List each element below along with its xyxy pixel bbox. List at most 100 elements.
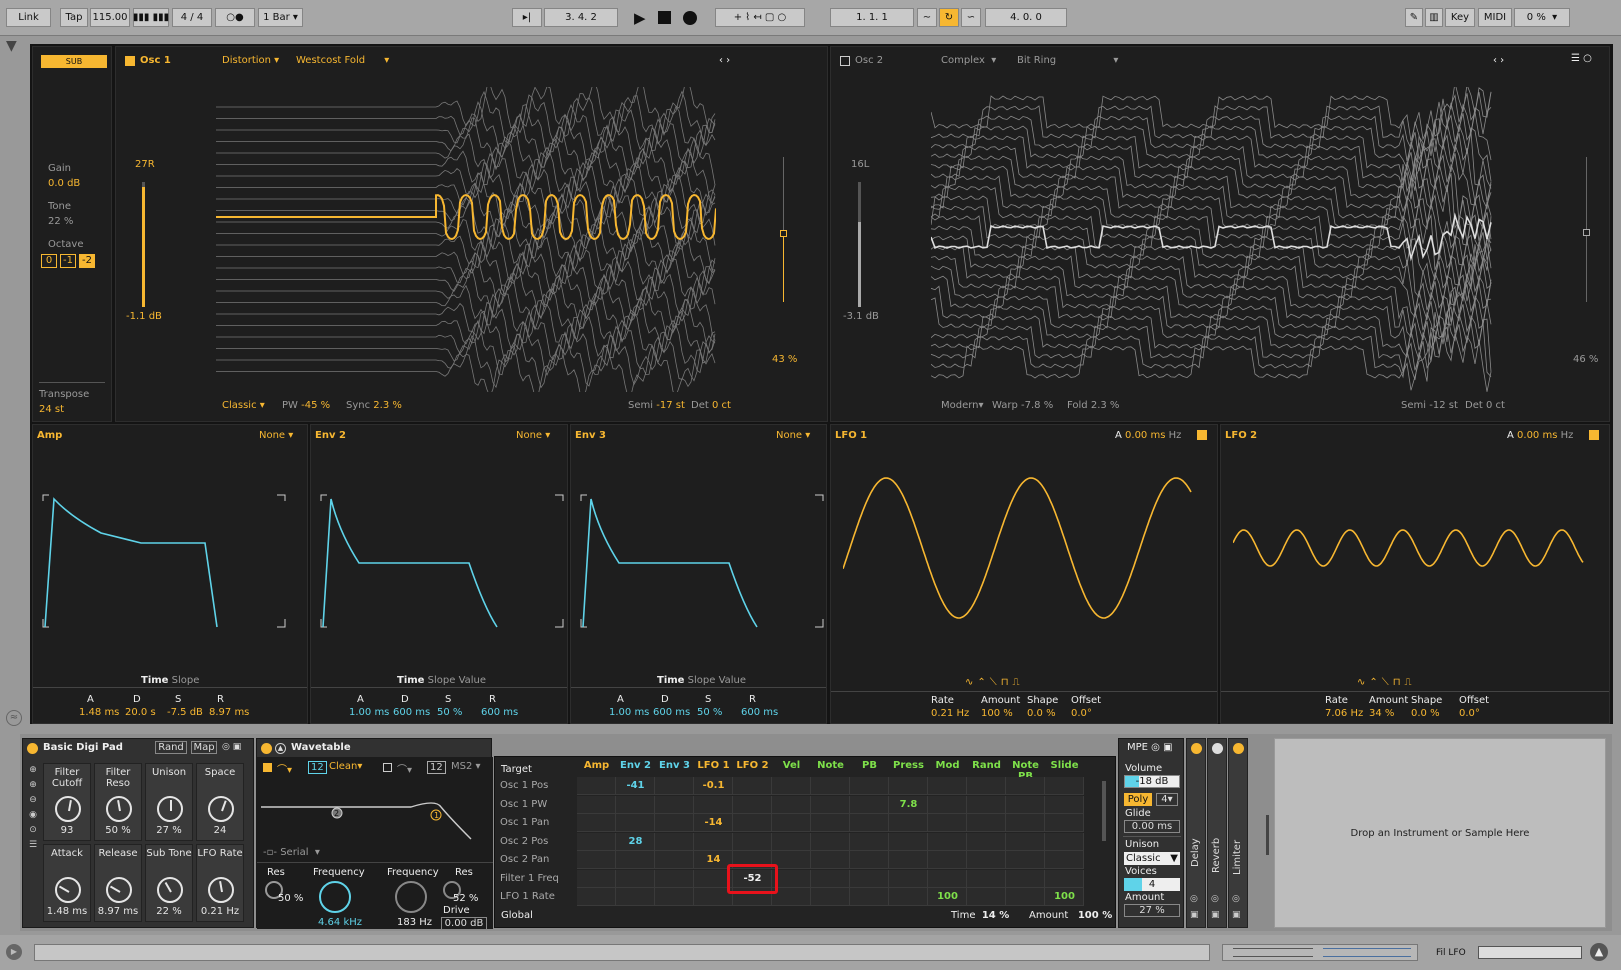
env-tab-time[interactable]: Time — [141, 675, 168, 686]
fx-options-icon[interactable]: ◎ ▣ — [1211, 891, 1220, 923]
loop-start-field[interactable]: 1. 1. 1 — [830, 8, 914, 27]
osc2-level-meter[interactable] — [858, 182, 861, 307]
arrangement-overview[interactable] — [1222, 944, 1418, 961]
matrix-cell[interactable] — [850, 851, 889, 869]
matrix-cell[interactable] — [655, 777, 694, 795]
osc1-position-slider[interactable] — [780, 157, 787, 302]
fx-reverb[interactable]: Reverb ◎ ▣ — [1207, 738, 1227, 928]
lfo-param-value[interactable]: 0.0° — [1459, 708, 1480, 719]
loop-toggle-icon[interactable]: ↻ — [939, 8, 959, 27]
glide-value[interactable]: 0.00 ms — [1124, 820, 1180, 833]
env-param-value[interactable]: -7.5 dB — [167, 707, 203, 718]
matrix-cell[interactable] — [655, 869, 694, 888]
menu-icon[interactable]: ☰ ○ — [1571, 53, 1592, 64]
env-target-select[interactable]: None ▾ — [259, 430, 293, 441]
filter2-shape-select[interactable]: ⌒▾ — [397, 761, 412, 776]
matrix-cell[interactable] — [1006, 777, 1045, 795]
matrix-cell[interactable] — [850, 869, 889, 888]
osc1-detune[interactable]: Det 0 ct — [691, 400, 731, 411]
env-tab-time[interactable]: Time — [397, 675, 424, 686]
matrix-cell[interactable] — [1006, 851, 1045, 869]
rack-options-icon[interactable]: ◎ ▣ — [222, 742, 241, 752]
matrix-cell[interactable] — [772, 795, 811, 814]
env-curve-graph[interactable] — [41, 487, 291, 637]
osc1-wavetable-select[interactable]: Westcost Fold ▾ — [296, 55, 389, 66]
matrix-cell[interactable] — [850, 814, 889, 832]
env-param-value[interactable]: 600 ms — [481, 707, 518, 718]
matrix-cell[interactable] — [967, 888, 1006, 906]
matrix-cell[interactable] — [928, 869, 967, 888]
matrix-cell[interactable] — [733, 777, 772, 795]
matrix-cell[interactable] — [811, 777, 850, 795]
matrix-cell[interactable] — [1006, 795, 1045, 814]
osc2-prev-next-icon[interactable]: ‹ › — [1493, 55, 1504, 66]
punch-in-icon[interactable]: ∼ — [917, 8, 937, 27]
gain-value[interactable]: 0.0 dB — [48, 178, 80, 189]
matrix-cell[interactable] — [655, 795, 694, 814]
expand-icon[interactable]: ≈ — [6, 710, 22, 726]
splitter-handle[interactable] — [1266, 815, 1269, 855]
macro-attack[interactable]: Attack 1.48 ms — [43, 844, 91, 922]
matrix-cell[interactable] — [616, 869, 655, 888]
matrix-value[interactable]: -14 — [694, 814, 733, 832]
matrix-cell[interactable] — [1006, 888, 1045, 906]
osc1-sync[interactable]: Sync 2.3 % — [346, 400, 402, 411]
osc1-mode-select[interactable]: Classic ▾ — [222, 400, 265, 411]
matrix-cell[interactable] — [577, 869, 616, 888]
matrix-cell[interactable] — [928, 851, 967, 869]
fx-options-icon[interactable]: ◎ ▣ — [1232, 891, 1241, 923]
fx-power-icon[interactable] — [1212, 743, 1223, 754]
fx-power-icon[interactable] — [1233, 743, 1244, 754]
env-param-value[interactable]: 20.0 s — [125, 707, 156, 718]
matrix-cell[interactable] — [577, 795, 616, 814]
lfo-attack[interactable]: A 0.00 ms Hz — [1115, 430, 1181, 441]
quantize-select[interactable]: 1 Bar ▾ — [258, 8, 303, 27]
macro-knob[interactable] — [106, 877, 132, 903]
osc1-semi[interactable]: Semi -17 st — [628, 400, 685, 411]
nudge-icon[interactable]: ▮▮▮ ▮▮▮ — [133, 8, 169, 27]
transpose-value[interactable]: 24 st — [39, 404, 64, 415]
matrix-cell[interactable] — [577, 777, 616, 795]
lfo-param-value[interactable]: 34 % — [1369, 708, 1394, 719]
filter2-toggle[interactable] — [383, 763, 392, 772]
midi-map-button[interactable]: MIDI — [1478, 8, 1512, 27]
env-param-value[interactable]: 600 ms — [653, 707, 690, 718]
env-tab-value[interactable]: Value — [459, 675, 486, 686]
matrix-cell[interactable] — [772, 777, 811, 795]
osc2-level[interactable]: -3.1 dB — [843, 311, 879, 322]
matrix-cell[interactable] — [967, 832, 1006, 851]
matrix-cell[interactable] — [967, 851, 1006, 869]
osc2-wavetable-visual[interactable] — [931, 87, 1501, 392]
matrix-cell[interactable] — [733, 814, 772, 832]
env-param-value[interactable]: 1.00 ms — [349, 707, 389, 718]
env-tab-slope[interactable]: Slope — [688, 675, 716, 686]
osc2-toggle[interactable] — [840, 56, 850, 66]
draw-mode-icon[interactable]: ✎ — [1405, 8, 1423, 27]
matrix-cell[interactable] — [967, 814, 1006, 832]
matrix-cell[interactable] — [577, 888, 616, 906]
matrix-cell[interactable] — [1006, 832, 1045, 851]
env-view-tabs[interactable]: Time Slope Value — [397, 675, 486, 686]
link-button[interactable]: Link — [6, 8, 51, 27]
osc1-category-select[interactable]: Distortion ▾ — [222, 55, 279, 66]
fx-power-icon[interactable] — [1191, 743, 1202, 754]
matrix-cell[interactable] — [811, 869, 850, 888]
matrix-cell[interactable] — [1045, 869, 1084, 888]
lfo-retrigger-toggle[interactable] — [1589, 430, 1599, 440]
octave-0-button[interactable]: 0 — [41, 254, 57, 268]
res-value[interactable]: 50 % — [278, 893, 303, 904]
map-button[interactable]: Map — [191, 741, 217, 754]
macro-filter-cutoff[interactable]: Filter Cutoff 93 — [43, 763, 91, 841]
hide-browser-icon[interactable]: ▼ — [6, 38, 17, 54]
matrix-cell[interactable] — [616, 795, 655, 814]
stop-icon[interactable] — [658, 11, 671, 24]
poly-voices-select[interactable]: 4▾ — [1156, 793, 1178, 806]
matrix-value[interactable]: 28 — [616, 833, 655, 851]
follow-button[interactable]: ▸| — [512, 8, 542, 27]
matrix-cell[interactable] — [577, 814, 616, 832]
matrix-cell[interactable] — [850, 795, 889, 814]
matrix-cell[interactable] — [967, 777, 1006, 795]
macro-knob[interactable] — [55, 796, 81, 822]
matrix-cell[interactable] — [655, 814, 694, 832]
res2-value[interactable]: 52 % — [453, 893, 478, 904]
